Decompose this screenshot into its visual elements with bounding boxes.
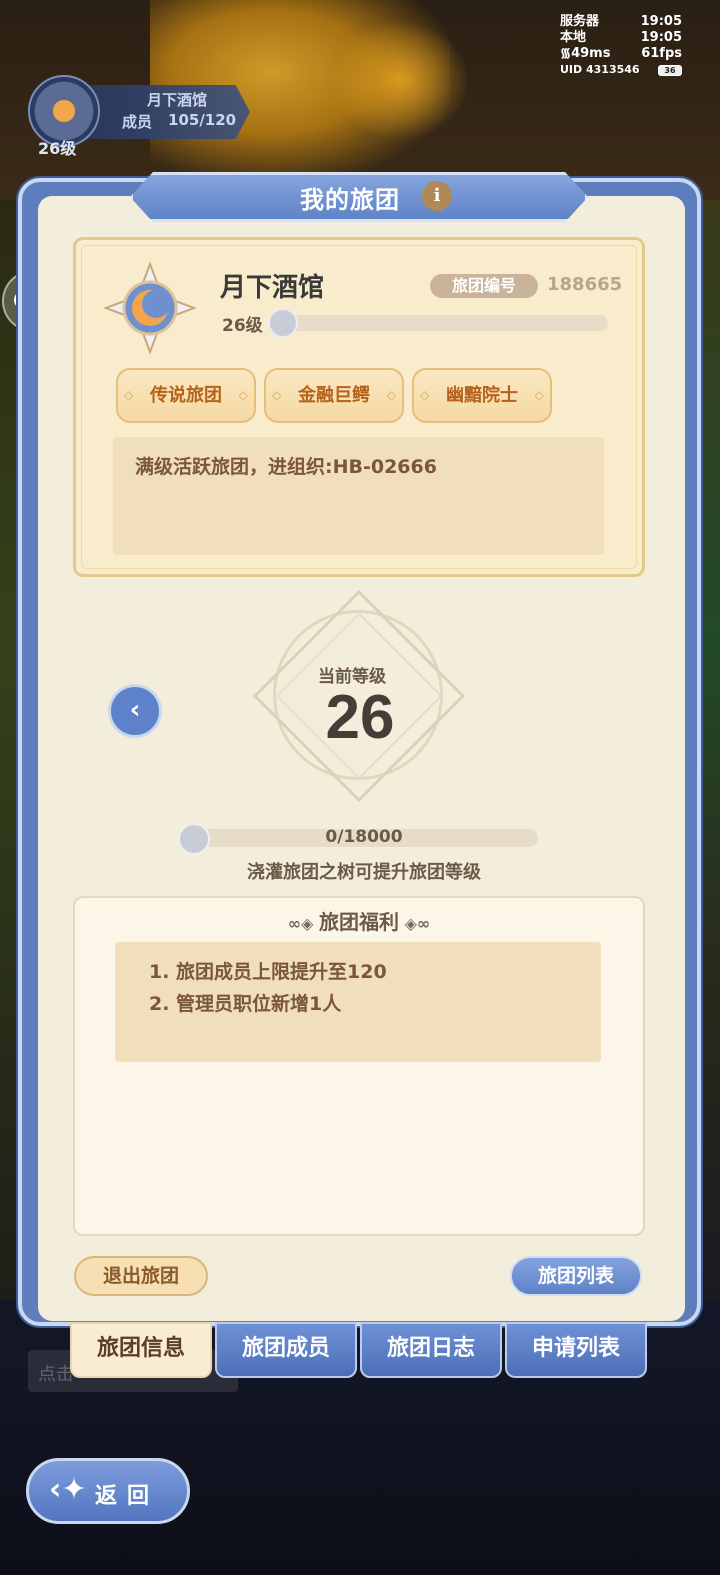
local-label: 本地 <box>560 30 587 45</box>
ping: ᯾49ms <box>560 46 611 61</box>
benefits-title-row: ∞◈ 旅团福利 ◈∞ <box>73 906 645 935</box>
guild-id-label: 旅团编号 <box>430 274 538 298</box>
return-button[interactable]: ‹✦ 返回 <box>26 1458 190 1524</box>
benefit-item: 2. 管理员职位新增1人 <box>149 993 342 1015</box>
benefits-title: 旅团福利 <box>319 910 399 934</box>
exp-hint: 浇灌旅团之树可提升旅团等级 <box>247 862 481 883</box>
benefit-item: 1. 旅团成员上限提升至120 <box>149 961 387 983</box>
server-time: 19:05 <box>640 14 682 29</box>
guild-tag-3[interactable]: 幽黯院士 <box>412 368 552 423</box>
server-label: 服务器 <box>560 14 600 29</box>
wifi-icon: ᯾ <box>560 46 572 61</box>
benefits-list: 1. 旅团成员上限提升至120 2. 管理员职位新增1人 <box>115 942 601 1062</box>
quit-guild-button[interactable]: 退出旅团 <box>74 1256 208 1296</box>
guild-emblem-icon <box>104 262 196 354</box>
guild-level: 26级 <box>222 316 263 336</box>
local-time: 19:05 <box>640 30 682 45</box>
guild-list-button[interactable]: 旅团列表 <box>510 1256 642 1296</box>
guild-name: 月下酒馆 <box>220 273 325 303</box>
ornament-right-icon: ◈∞ <box>399 914 431 933</box>
guild-header-level: 26级 <box>38 139 77 158</box>
crown-icon <box>268 308 298 338</box>
collapse-arrow-icon[interactable]: ‹ <box>108 684 162 738</box>
battery-icon: 36 <box>658 64 682 76</box>
fps: 61fps <box>641 46 682 61</box>
guild-header[interactable]: 月下酒馆 成员 105/120 26级 <box>10 75 250 165</box>
tab-apply-list[interactable]: 申请列表 <box>505 1322 647 1378</box>
ornament-left-icon: ∞◈ <box>287 914 319 933</box>
tab-guild-members[interactable]: 旅团成员 <box>215 1322 357 1378</box>
current-level-value: 26 <box>325 683 395 752</box>
guild-tag-2[interactable]: 金融巨鳄 <box>264 368 404 423</box>
panel-title: 我的旅团 <box>300 186 400 214</box>
guild-tag-1[interactable]: 传说旅团 <box>116 368 256 423</box>
guild-level-bar <box>282 315 608 331</box>
guild-header-name: 月下酒馆 <box>146 91 207 109</box>
members-count: 105/120 <box>168 111 237 129</box>
guild-header-members: 成员 105/120 <box>122 111 236 132</box>
back-arrow-icon: ‹✦ <box>49 1472 87 1507</box>
uid: UID 4313546 <box>560 63 640 76</box>
info-icon[interactable]: i <box>422 181 452 211</box>
tab-guild-info[interactable]: 旅团信息 <box>70 1322 212 1378</box>
exp-text: 0/18000 <box>325 827 403 847</box>
background-tree-2 <box>330 20 470 140</box>
guild-motto: 满级活跃旅团，进组织:HB-02666 <box>113 437 604 555</box>
status-overlay: 服务器 19:05 本地 19:05 ᯾49ms 61fps UID 4313546 3… <box>560 14 682 78</box>
members-label: 成员 <box>122 113 153 131</box>
guild-id: 188665 <box>547 274 623 295</box>
return-label: 返回 <box>95 1484 160 1509</box>
tab-guild-log[interactable]: 旅团日志 <box>360 1322 502 1378</box>
